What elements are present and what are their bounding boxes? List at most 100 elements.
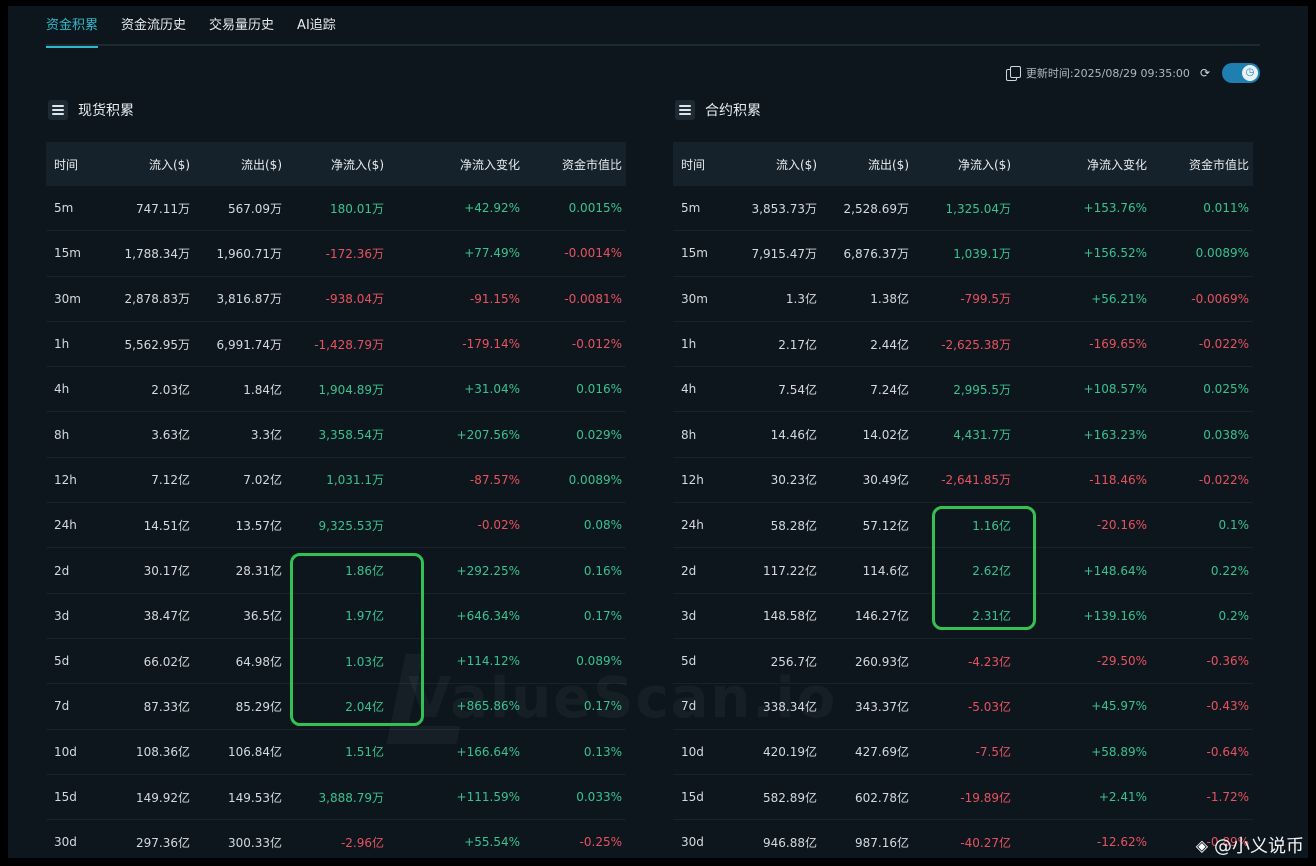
table-cell: -118.46%	[1089, 472, 1147, 487]
table-row: 1h 5,562.95万 6,991.74万 -1,428.79万 -179.14% -0…	[46, 322, 626, 368]
table-cell: 1h	[54, 337, 70, 352]
table-cell: 0.025%	[1203, 382, 1249, 397]
table-row: 10d 108.36亿 106.84亿 1.51亿 +166.64% 0.13%	[46, 730, 626, 775]
table-row: 4h 2.03亿 1.84亿 1,904.89万 +31.04% 0.016%	[46, 367, 626, 413]
table-row: 30m 2,878.83万 3,816.87万 -938.04万 -91.15% -0.0…	[46, 277, 626, 322]
table-cell: 0.2%	[1218, 608, 1250, 623]
table-cell: 2.17亿	[778, 337, 817, 352]
table-cell: 2d	[54, 563, 70, 578]
table-cell: +42.92%	[464, 201, 520, 216]
update-time: 更新时间:2025/08/29 09:35:00	[1025, 67, 1190, 80]
table-cell: 2.04亿	[345, 699, 384, 714]
table-cell: -0.43%	[1206, 699, 1249, 714]
table-cell: 1h	[681, 337, 697, 352]
table-cell: 85.29亿	[235, 699, 282, 714]
column-header: 时间	[54, 157, 79, 172]
table-cell: +58.89%	[1091, 744, 1147, 759]
table-cell: 2.62亿	[972, 564, 1011, 579]
table-cell: -2.96亿	[340, 835, 384, 850]
refresh-icon[interactable]: ⟳	[1200, 66, 1210, 80]
table-cell: -29.50%	[1096, 654, 1147, 669]
table-cell: 1,788.34万	[124, 246, 190, 261]
table-cell: 15d	[681, 790, 704, 804]
table-cell: 64.98亿	[235, 654, 282, 669]
table-cell: 3d	[681, 608, 697, 623]
table-row: 24h 58.28亿 57.12亿 1.16亿 -20.16% 0.1%	[673, 503, 1253, 549]
table-row: 30d 946.88亿 987.16亿 -40.27亿 -12.62% -0.89%	[673, 820, 1253, 858]
table-cell: 8h	[54, 427, 70, 442]
table-cell: 58.28亿	[770, 518, 817, 533]
column-header: 资金市值比	[1188, 157, 1249, 172]
table-cell: 149.92亿	[136, 790, 190, 805]
table-cell: 12h	[681, 472, 704, 487]
table-cell: 36.5亿	[243, 609, 282, 624]
auto-refresh-toggle[interactable]: ◷	[1222, 63, 1260, 83]
table-cell: 1,325.04万	[945, 201, 1011, 216]
table-cell: 57.12亿	[862, 518, 909, 533]
table-cell: 0.0015%	[568, 201, 622, 216]
table-cell: 87.33亿	[143, 699, 190, 714]
table-cell: 0.1%	[1218, 518, 1250, 533]
table-row: 15d 149.92亿 149.53亿 3,888.79万 +111.59% 0.033%	[46, 775, 626, 821]
table-cell: -0.64%	[1206, 744, 1249, 759]
table-cell: -0.012%	[571, 337, 622, 352]
table-row: 4h 7.54亿 7.24亿 2,995.5万 +108.57% 0.025%	[673, 367, 1253, 413]
table-cell: +156.52%	[1083, 246, 1147, 261]
table-cell: 0.17%	[583, 608, 622, 623]
update-bar: 更新时间:2025/08/29 09:35:00 ⟳ ◷	[1005, 62, 1260, 84]
table-row: 15m 1,788.34万 1,960.71万 -172.36万 +77.49% -0.0…	[46, 231, 626, 277]
table-cell: -4.23亿	[967, 654, 1011, 669]
table-cell: 2.31亿	[972, 609, 1011, 624]
table-cell: +207.56%	[456, 427, 520, 442]
table-cell: 24h	[681, 518, 704, 533]
table-cell: 1.38亿	[870, 292, 909, 307]
table-cell: 1.86亿	[345, 564, 384, 579]
futures-header: 合约积累	[675, 96, 1253, 124]
table-cell: 2.03亿	[151, 382, 190, 397]
table-cell: -179.14%	[462, 337, 520, 352]
table-cell: 0.13%	[583, 744, 622, 759]
table-row: 15m 7,915.47万 6,876.37万 1,039.1万 +156.52% 0.0…	[673, 231, 1253, 277]
table-row: 8h 14.46亿 14.02亿 4,431.7万 +163.23% 0.038%	[673, 412, 1253, 458]
spot-title: 现货积累	[78, 103, 134, 119]
column-header: 资金市值比	[561, 157, 622, 172]
table-header: 时间 流入($) 流出($) 净流入($) 净流入变化 资金市值比	[46, 142, 626, 186]
table-cell: 3,358.54万	[318, 428, 384, 443]
table-cell: 2,995.5万	[953, 382, 1011, 397]
table-cell: 1.97亿	[345, 609, 384, 624]
table-cell: -172.36万	[325, 246, 384, 261]
table-cell: 1.16亿	[972, 518, 1011, 533]
table-cell: 10d	[54, 744, 77, 759]
table-row: 12h 30.23亿 30.49亿 -2,641.85万 -118.46% -0.022%	[673, 458, 1253, 504]
tab-fund-accumulation[interactable]: 资金积累	[46, 6, 99, 48]
table-row: 30m 1.3亿 1.38亿 -799.5万 +56.21% -0.0069%	[673, 277, 1253, 322]
table-cell: +108.57%	[1083, 382, 1147, 397]
table-cell: 2.44亿	[870, 337, 909, 352]
copy-icon[interactable]	[1005, 66, 1021, 81]
table-cell: 15m	[681, 246, 708, 261]
table-cell: 30m	[681, 291, 708, 306]
table-cell: 28.31亿	[235, 564, 282, 579]
table-cell: -0.0014%	[564, 246, 622, 261]
table-cell: 0.016%	[576, 382, 622, 397]
table-row: 2d 117.22亿 114.6亿 2.62亿 +148.64% 0.22%	[673, 548, 1253, 594]
table-row: 2d 30.17亿 28.31亿 1.86亿 +292.25% 0.16%	[46, 548, 626, 594]
tab-volume-history[interactable]: 交易量历史	[209, 6, 274, 46]
table-cell: -1.72%	[1206, 790, 1249, 804]
table-cell: 7.24亿	[870, 382, 909, 397]
tab-fund-flow-history[interactable]: 资金流历史	[121, 6, 186, 46]
tab-bar: 资金积累 资金流历史 交易量历史 AI追踪	[46, 6, 1260, 48]
table-cell: -1,428.79万	[314, 337, 384, 352]
table-header: 时间 流入($) 流出($) 净流入($) 净流入变化 资金市值比	[673, 142, 1253, 186]
watermark: ValueScan.io	[408, 666, 838, 731]
table-cell: 7d	[54, 699, 70, 714]
table-cell: -12.62%	[1096, 835, 1147, 850]
table-cell: 9,325.53万	[318, 518, 384, 533]
tab-ai-tracking[interactable]: AI追踪	[297, 6, 336, 46]
table-cell: 0.16%	[583, 563, 622, 578]
table-cell: -2,641.85万	[941, 473, 1011, 488]
table-cell: 582.89亿	[763, 790, 817, 805]
table-cell: 567.09万	[228, 201, 282, 216]
table-cell: 297.36亿	[136, 835, 190, 850]
screen: 资金积累 资金流历史 交易量历史 AI追踪 更新时间:2025/08/29 09…	[8, 6, 1308, 858]
